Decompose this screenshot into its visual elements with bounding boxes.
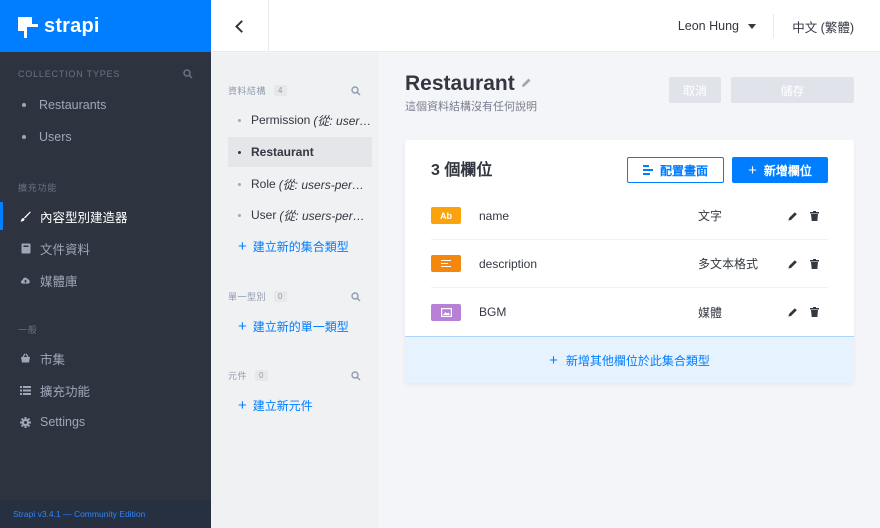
search-icon[interactable]: [183, 69, 193, 79]
nav-item-users[interactable]: Users: [0, 123, 211, 151]
nav-item-plugins[interactable]: 擴充功能: [0, 376, 211, 404]
add-field-button[interactable]: + 新增欄位: [732, 157, 828, 183]
top-header: Leon Hung 中文 (繁體): [211, 0, 880, 52]
list-item-user[interactable]: User (從: users-permissions): [228, 200, 372, 230]
configure-view-button[interactable]: 配置畫面: [627, 157, 724, 183]
plus-icon: +: [238, 238, 247, 255]
search-icon[interactable]: [351, 370, 361, 381]
nav-item-media-library[interactable]: 媒體庫: [0, 266, 211, 294]
nav-item-settings[interactable]: Settings: [0, 408, 211, 436]
trash-icon[interactable]: [810, 307, 819, 317]
chevron-left-icon: [235, 19, 248, 33]
search-icon[interactable]: [351, 291, 361, 302]
cloud-upload-icon: [20, 275, 31, 286]
row-actions: [788, 258, 819, 269]
add-single-type-link[interactable]: + 建立新的單一類型: [238, 318, 349, 335]
field-row[interactable]: BGM 媒體: [431, 288, 828, 336]
count-badge: 4: [274, 85, 287, 96]
components-section-header: 元件 0: [228, 369, 361, 382]
single-types-section-header: 單一型別 0: [228, 290, 361, 303]
edit-pencil-icon[interactable]: [521, 77, 532, 91]
edit-pencil-icon[interactable]: [788, 259, 798, 269]
plus-icon: +: [748, 161, 757, 179]
plus-icon: +: [238, 397, 247, 414]
nav-item-documentation[interactable]: 文件資料: [0, 234, 211, 262]
strapi-logo-icon: [18, 17, 38, 38]
layout-icon: [642, 163, 653, 177]
back-button[interactable]: [211, 0, 269, 52]
bullet-icon: [22, 103, 26, 107]
general-header: 一般: [18, 325, 38, 335]
nav-item-marketplace[interactable]: 市集: [0, 344, 211, 372]
fields-card: 3 個欄位 配置畫面 + 新增欄位 Ab name 文字 description…: [405, 140, 854, 383]
paintbrush-icon: [20, 211, 31, 222]
bullet-icon: [238, 118, 241, 122]
header-divider: [773, 14, 774, 38]
brand-name: strapi: [44, 14, 100, 37]
trash-icon[interactable]: [810, 210, 819, 221]
richtext-type-icon: [431, 255, 461, 272]
edit-pencil-icon[interactable]: [788, 211, 798, 221]
list-item-restaurant[interactable]: Restaurant: [228, 137, 372, 167]
media-type-icon: [431, 303, 461, 321]
fields-count-title: 3 個欄位: [431, 162, 493, 179]
user-menu[interactable]: Leon Hung: [678, 0, 756, 52]
collection-types-section-header: 資料結構 4: [228, 84, 361, 97]
add-collection-type-link[interactable]: + 建立新的集合類型: [238, 238, 349, 255]
content-type-list: 資料結構 4 Permission (從: users-permissions)…: [211, 53, 378, 528]
caret-down-icon: [748, 23, 756, 29]
nav-item-restaurants[interactable]: Restaurants: [0, 91, 211, 119]
search-icon[interactable]: [351, 85, 361, 96]
plus-icon: +: [238, 318, 247, 335]
bullet-icon: [238, 150, 241, 154]
gear-icon: [20, 416, 31, 428]
count-badge: 0: [255, 370, 268, 381]
nav-item-content-type-builder[interactable]: 內容型別建造器: [0, 202, 211, 230]
main-navigation: strapi COLLECTION TYPES Restaurants User…: [0, 0, 211, 528]
plus-icon: +: [549, 351, 558, 369]
add-another-field-button[interactable]: + 新增其他欄位於此集合類型: [405, 336, 854, 383]
bullet-icon: [238, 182, 241, 186]
shop-icon: [20, 353, 31, 364]
trash-icon[interactable]: [810, 258, 819, 269]
user-name: Leon Hung: [677, 19, 739, 33]
count-badge: 0: [274, 291, 287, 302]
cancel-button[interactable]: 取消: [669, 77, 721, 103]
version-footer: Strapi v3.4.1 — Community Edition: [0, 500, 211, 528]
collection-types-header: COLLECTION TYPES: [18, 69, 193, 79]
book-icon: [20, 243, 31, 254]
bullet-icon: [238, 213, 241, 217]
add-component-link[interactable]: + 建立新元件: [238, 397, 313, 414]
text-type-icon: Ab: [431, 207, 461, 224]
field-row[interactable]: Ab name 文字: [431, 192, 828, 240]
list-item-role[interactable]: Role (從: users-permissions): [228, 169, 372, 199]
field-row[interactable]: description 多文本格式: [431, 240, 828, 288]
list-icon: [20, 385, 31, 396]
edit-pencil-icon[interactable]: [788, 307, 798, 317]
page-description: 這個資料結構沒有任何說明: [405, 101, 537, 113]
row-actions: [788, 210, 819, 221]
row-actions: [788, 307, 819, 317]
language-selector[interactable]: 中文 (繁體): [792, 0, 854, 52]
brand-bar[interactable]: strapi: [0, 0, 211, 52]
page-title: Restaurant: [405, 72, 532, 96]
bullet-icon: [22, 135, 26, 139]
save-button[interactable]: 儲存: [731, 77, 854, 103]
plugins-header: 擴充功能: [18, 183, 58, 193]
list-item-permission[interactable]: Permission (從: users-permissions): [228, 105, 372, 135]
